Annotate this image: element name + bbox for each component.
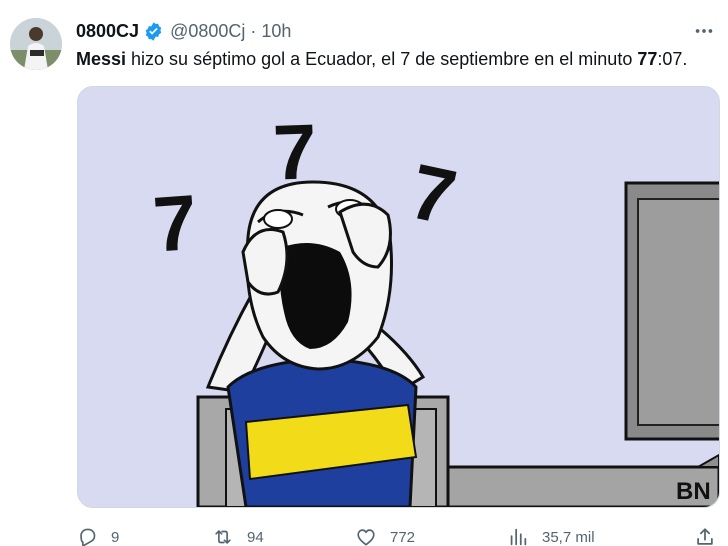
meme-illustration: 7 7 7 BN bbox=[78, 87, 719, 507]
share-button[interactable] bbox=[694, 522, 716, 546]
retweet-icon bbox=[215, 530, 231, 544]
like-button[interactable]: 772 bbox=[355, 522, 415, 546]
retweet-count: 94 bbox=[247, 528, 264, 546]
boca-jersey bbox=[226, 357, 418, 507]
tweet-card: 0800CJ @0800Cj · 10h Messi hizo su sépti… bbox=[0, 0, 728, 546]
tweet-text-body: hizo su séptimo gol a Ecuador, el 7 de s… bbox=[126, 49, 638, 69]
tweet-actions: 9 94 772 35,7 mil bbox=[76, 522, 720, 546]
views-chart-icon bbox=[510, 528, 527, 546]
tweet-text-end: :07. bbox=[657, 49, 688, 69]
meme-number-7-left: 7 bbox=[150, 178, 199, 269]
user-handle[interactable]: @0800Cj bbox=[170, 21, 245, 42]
avatar[interactable] bbox=[10, 18, 62, 70]
more-options-button[interactable] bbox=[692, 20, 716, 42]
display-name[interactable]: 0800CJ bbox=[76, 21, 139, 42]
tweet-header: 0800CJ @0800Cj · 10h bbox=[76, 18, 688, 44]
reply-icon bbox=[80, 528, 96, 546]
tv-monitor-icon bbox=[624, 181, 719, 441]
views-button[interactable]: 35,7 mil bbox=[507, 522, 595, 546]
tweet-media-image[interactable]: 7 7 7 BN bbox=[77, 86, 720, 508]
like-count: 772 bbox=[390, 528, 416, 546]
separator-dot: · bbox=[250, 20, 257, 41]
views-count: 35,7 mil bbox=[542, 528, 595, 546]
retweet-button[interactable]: 94 bbox=[212, 522, 264, 546]
artist-signature: BN bbox=[676, 478, 711, 505]
meme-number-7-center: 7 bbox=[272, 107, 318, 196]
more-horizontal-icon bbox=[695, 29, 713, 33]
verified-badge-icon bbox=[143, 21, 164, 42]
meme-face bbox=[241, 180, 393, 371]
tweet-text-bold-minute: 77 bbox=[637, 49, 658, 69]
tweet-text-bold-messi: Messi bbox=[76, 49, 127, 69]
reply-button[interactable]: 9 bbox=[76, 522, 119, 546]
share-icon bbox=[697, 528, 713, 545]
tweet-text: Messi hizo su séptimo gol a Ecuador, el … bbox=[76, 46, 722, 72]
heart-icon bbox=[357, 529, 375, 546]
avatar-photo-icon bbox=[10, 18, 62, 70]
reply-count: 9 bbox=[111, 528, 120, 546]
timestamp[interactable]: 10h bbox=[261, 21, 291, 42]
